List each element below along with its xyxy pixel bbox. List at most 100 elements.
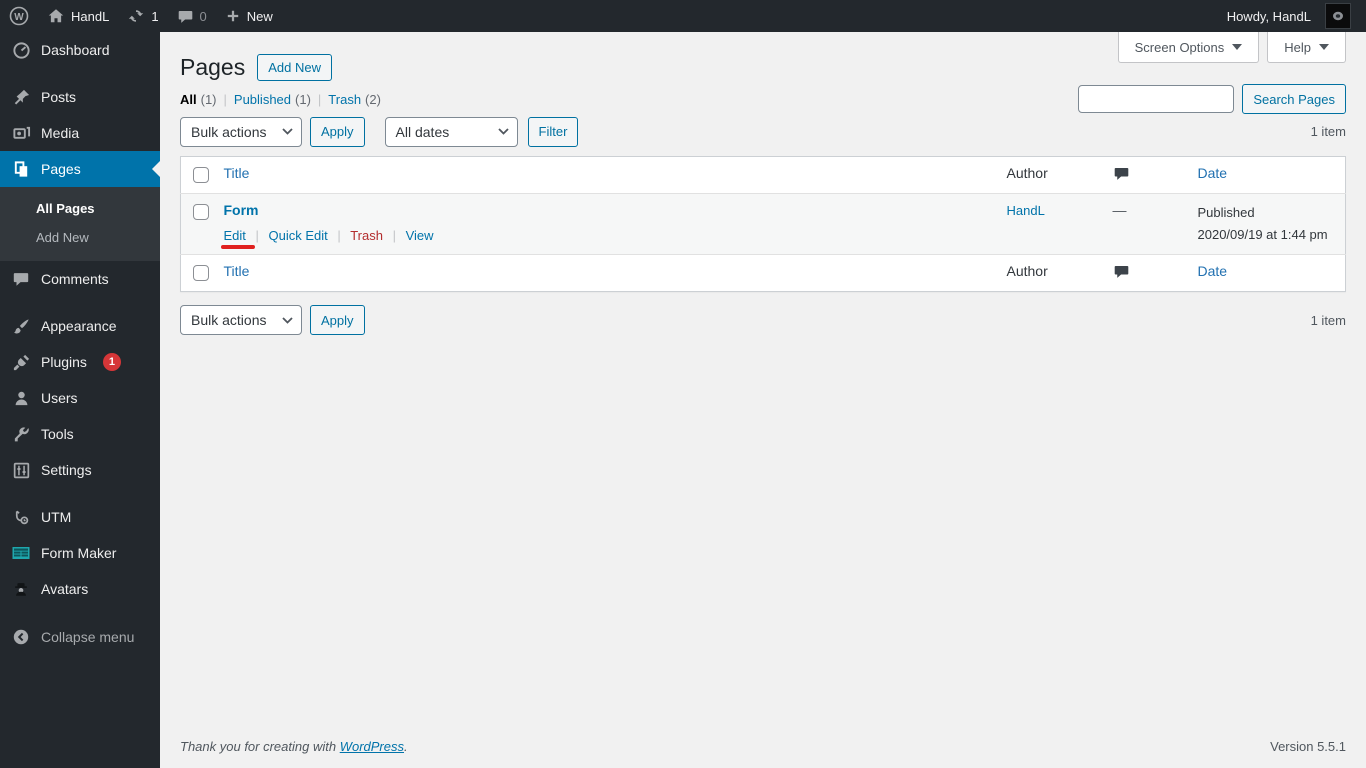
- author-link[interactable]: HandL: [1007, 203, 1045, 218]
- settings-icon: [11, 460, 31, 480]
- row-status: Published: [1197, 204, 1255, 220]
- sidebar-item-utm[interactable]: UTM: [0, 499, 160, 535]
- sidebar-item-all-pages[interactable]: All Pages: [0, 194, 160, 223]
- admin-bar-right: Howdy, HandL: [1218, 0, 1366, 32]
- row-action-quick-edit-wrap: Quick Edit: [265, 228, 347, 243]
- trash-link[interactable]: Trash: [350, 228, 383, 243]
- filter-all[interactable]: All (1): [180, 92, 234, 107]
- filter-count: (2): [365, 91, 381, 107]
- sidebar-item-settings[interactable]: Settings: [0, 452, 160, 488]
- author-footer: Author: [1006, 263, 1048, 280]
- new-content-menu[interactable]: New: [216, 0, 282, 32]
- sort-title-footer[interactable]: Title: [224, 263, 250, 279]
- media-icon: [11, 123, 31, 143]
- sidebar-label: Appearance: [41, 318, 117, 334]
- sidebar-item-tools[interactable]: Tools: [0, 416, 160, 452]
- sidebar-label: Dashboard: [41, 42, 110, 58]
- admin-footer: Thank you for creating with WordPress. V…: [160, 731, 1366, 768]
- admin-sidebar: Dashboard Posts Media Pages All Pages Ad…: [0, 32, 160, 768]
- sidebar-label: Collapse menu: [41, 629, 135, 645]
- filter-label[interactable]: Trash: [328, 92, 361, 107]
- author-header: Author: [1006, 164, 1048, 181]
- row-checkbox[interactable]: [193, 203, 209, 220]
- sidebar-item-form-maker[interactable]: Form Maker: [0, 535, 160, 571]
- updates-menu[interactable]: 1: [118, 0, 167, 32]
- bulk-actions-value: Bulk actions: [191, 123, 267, 140]
- sidebar-label: Pages: [41, 161, 81, 177]
- filter-published[interactable]: Published (1): [234, 92, 328, 107]
- footer-thanks: Thank you for creating with WordPress.: [180, 739, 408, 754]
- bulk-actions-select[interactable]: Bulk actions: [180, 116, 302, 147]
- update-icon: [129, 10, 144, 22]
- sort-title-header[interactable]: Title: [224, 165, 250, 181]
- quick-edit-link[interactable]: Quick Edit: [269, 228, 328, 243]
- sidebar-item-dashboard[interactable]: Dashboard: [0, 32, 160, 68]
- select-all-checkbox[interactable]: [193, 166, 209, 183]
- utm-icon: [11, 507, 31, 527]
- wordpress-link[interactable]: WordPress: [340, 739, 404, 754]
- apply-button-bottom[interactable]: Apply: [310, 305, 365, 336]
- my-account-menu[interactable]: Howdy, HandL: [1218, 0, 1360, 32]
- sidebar-item-comments[interactable]: Comments: [0, 261, 160, 297]
- sidebar-label: Plugins: [41, 354, 87, 370]
- row-action-view-wrap: View: [402, 228, 434, 243]
- row-actions: Edit Quick Edit Trash View: [220, 228, 987, 249]
- comments-icon: [11, 269, 31, 289]
- sidebar-label: Form Maker: [41, 545, 117, 561]
- date-filter-select[interactable]: All dates: [384, 116, 518, 147]
- search-form: Search Pages: [1078, 84, 1346, 114]
- sidebar-label: UTM: [41, 509, 72, 525]
- plugin-icon: [11, 352, 31, 372]
- red-underline-annotation: [220, 244, 255, 249]
- comments-menu[interactable]: 0: [168, 0, 216, 32]
- pages-wrap: Pages Add New Search Pages All (1) Publi…: [160, 32, 1366, 336]
- site-name-label: HandL: [71, 8, 110, 24]
- sidebar-item-pages[interactable]: Pages: [0, 151, 160, 187]
- sort-date-header[interactable]: Date: [1198, 165, 1228, 181]
- search-input[interactable]: [1078, 85, 1235, 113]
- sidebar-item-plugins[interactable]: Plugins 1: [0, 344, 160, 380]
- chevron-down-icon: [282, 128, 293, 136]
- sidebar-item-media[interactable]: Media: [0, 115, 160, 151]
- sidebar-label: Avatars: [41, 581, 89, 597]
- edit-link[interactable]: Edit: [224, 228, 246, 243]
- sidebar-item-add-new[interactable]: Add New: [0, 223, 160, 252]
- row-action-trash-wrap: Trash: [347, 228, 402, 243]
- wrench-icon: [11, 424, 31, 444]
- main-content: Screen Options Help Pages Add New Search…: [160, 32, 1366, 768]
- collapse-menu-button[interactable]: Collapse menu: [0, 619, 160, 655]
- sidebar-item-avatars[interactable]: Avatars: [0, 571, 160, 607]
- apply-button[interactable]: Apply: [310, 116, 365, 147]
- sidebar-item-appearance[interactable]: Appearance: [0, 308, 160, 344]
- svg-text:W: W: [14, 12, 24, 23]
- sidebar-item-posts[interactable]: Posts: [0, 79, 160, 115]
- filter-label[interactable]: Published: [234, 92, 291, 107]
- update-count: 1: [151, 8, 159, 24]
- select-all-checkbox-bottom[interactable]: [193, 265, 209, 282]
- page-title: Pages: [180, 54, 246, 80]
- sidebar-item-users[interactable]: Users: [0, 380, 160, 416]
- sort-date-footer[interactable]: Date: [1198, 263, 1228, 279]
- filter-trash[interactable]: Trash (2): [328, 92, 381, 107]
- sidebar-label: Posts: [41, 89, 77, 105]
- sidebar-label: Settings: [41, 462, 92, 478]
- filter-count: (1): [295, 91, 311, 107]
- dashboard-icon: [11, 40, 31, 60]
- row-action-edit-wrap: Edit: [220, 228, 265, 249]
- filter-label[interactable]: All: [180, 92, 197, 107]
- page-row-title-link[interactable]: Form: [224, 202, 259, 218]
- filter-button[interactable]: Filter: [527, 116, 579, 147]
- search-pages-button[interactable]: Search Pages: [1242, 84, 1346, 114]
- filter-count: (1): [200, 91, 217, 107]
- table-header-row: Title Author Date: [180, 156, 1346, 194]
- view-link[interactable]: View: [406, 228, 434, 243]
- bulk-actions-select-bottom[interactable]: Bulk actions: [180, 305, 302, 336]
- pages-table: Title Author Date Form Edit | Quick Edit…: [180, 155, 1346, 293]
- user-icon: [11, 388, 31, 408]
- wordpress-logo-menu[interactable]: W: [0, 0, 38, 32]
- add-new-button[interactable]: Add New: [257, 54, 332, 82]
- pushpin-icon: [11, 87, 31, 107]
- site-name-menu[interactable]: HandL: [38, 0, 118, 32]
- wordpress-logo-icon: W: [9, 6, 29, 26]
- comment-count: 0: [199, 8, 207, 24]
